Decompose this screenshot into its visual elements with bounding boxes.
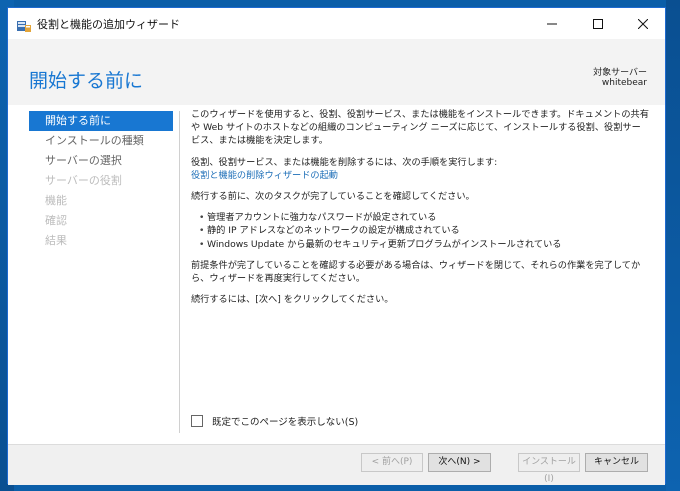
nav-item-server-roles: サーバーの役割 (45, 174, 122, 187)
nav-item-server-selection[interactable]: サーバーの選択 (29, 151, 173, 171)
nav-item-confirmation: 確認 (45, 214, 67, 227)
skip-page-option[interactable]: 既定でこのページを表示しない(S) (191, 414, 358, 428)
wizard-window: 役割と機能の追加ウィザード 開始する前に 対象サーバー whitebear 開始… (7, 7, 666, 485)
target-server-label: 対象サーバー (593, 68, 647, 78)
previous-button[interactable]: < 前へ(P) (361, 453, 423, 472)
continue-text: 続行するには、[次へ] をクリックしてください。 (191, 294, 394, 306)
nav-item-features: 機能 (45, 194, 67, 207)
desktop-edge-right (666, 0, 680, 491)
skip-page-label: 既定でこのページを表示しない(S) (212, 417, 359, 428)
prereq-text: 前提条件が完了していることを確認する必要がある場合は、ウィザードを閉じて、それら… (191, 259, 641, 285)
wizard-content: このウィザードを使用すると、役割、役割サービス、または機能をインストールできます… (191, 108, 649, 314)
remove-wizard-link[interactable]: 役割と機能の削除ウィザードの起動 (191, 169, 649, 182)
close-button[interactable] (620, 8, 666, 39)
nav-item-before-you-begin[interactable]: 開始する前に (29, 111, 173, 131)
prereq-list: 管理者アカウントに強力なパスワードが設定されている 静的 IP アドレスなどのネ… (191, 211, 649, 251)
title-bar[interactable]: 役割と機能の追加ウィザード (8, 8, 665, 39)
cancel-button[interactable]: キャンセル (585, 453, 648, 472)
intro-text: このウィザードを使用すると、役割、役割サービス、または機能をインストールできます… (191, 109, 649, 147)
wizard-footer: < 前へ(P) 次へ(N) > インストール(I) キャンセル (8, 444, 665, 485)
wizard-nav: 開始する前に インストールの種類 サーバーの選択 サーバーの役割 機能 確認 結… (29, 111, 173, 251)
next-button[interactable]: 次へ(N) > (428, 453, 491, 472)
confirm-text: 続行する前に、次のタスクが完了していることを確認してください。 (191, 191, 475, 203)
window-title: 役割と機能の追加ウィザード (37, 18, 180, 31)
install-button[interactable]: インストール(I) (518, 453, 580, 484)
list-item: Windows Update から最新のセキュリティ更新プログラムがインストール… (199, 238, 649, 251)
server-manager-icon (17, 17, 31, 32)
page-title: 開始する前に (29, 70, 144, 92)
target-server-name: whitebear (601, 78, 647, 88)
list-item: 管理者アカウントに強力なパスワードが設定されている (199, 211, 649, 224)
remove-instructions: 役割、役割サービス、または機能を削除するには、次の手順を実行します: 役割と機能… (191, 156, 649, 182)
nav-item-results: 結果 (45, 234, 67, 247)
skip-page-checkbox[interactable] (191, 415, 203, 427)
nav-divider (179, 111, 180, 433)
list-item: 静的 IP アドレスなどのネットワークの設定が構成されている (199, 224, 649, 237)
remove-text: 役割、役割サービス、または機能を削除するには、次の手順を実行します: (191, 156, 498, 168)
wizard-header: 開始する前に 対象サーバー whitebear (8, 39, 665, 105)
minimize-button[interactable] (529, 8, 575, 39)
maximize-button[interactable] (575, 8, 621, 39)
nav-item-installation-type[interactable]: インストールの種類 (29, 131, 173, 151)
